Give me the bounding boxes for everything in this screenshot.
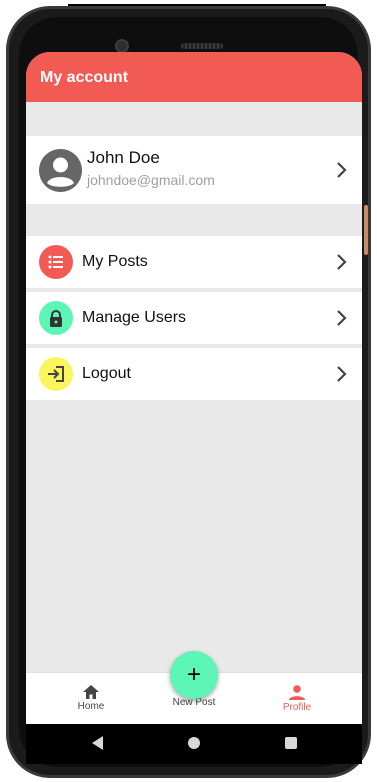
system-nav-bar: [26, 724, 362, 764]
lock-icon: [39, 301, 73, 335]
tab-home-label: Home: [77, 701, 105, 712]
plus-icon: +: [186, 661, 201, 688]
recent-apps-icon[interactable]: [285, 737, 297, 749]
chevron-right-icon: [337, 162, 347, 178]
page-title: My account: [40, 69, 129, 86]
logout-icon: [39, 357, 73, 391]
speaker-grille: [181, 43, 223, 49]
side-button[interactable]: [364, 205, 368, 255]
app-screen: My account John Doe johndoe@gmail.com My…: [26, 52, 362, 724]
avatar-icon: [39, 149, 82, 192]
back-icon[interactable]: [92, 736, 104, 750]
list-icon: [39, 245, 73, 279]
menu-item-my-posts[interactable]: My Posts: [26, 236, 362, 288]
account-card[interactable]: John Doe johndoe@gmail.com: [26, 136, 362, 204]
chevron-right-icon: [337, 254, 347, 270]
chevron-right-icon: [337, 310, 347, 326]
app-header: My account: [26, 52, 362, 102]
tab-profile[interactable]: Profile: [257, 679, 337, 713]
person-icon: [289, 685, 305, 700]
menu-item-manage-users[interactable]: Manage Users: [26, 292, 362, 344]
new-post-fab-button[interactable]: +: [170, 651, 218, 699]
camera-icon: [115, 39, 129, 53]
chevron-right-icon: [337, 366, 347, 382]
menu-item-label: My Posts: [82, 253, 148, 270]
tab-home[interactable]: Home: [51, 679, 131, 712]
menu-item-logout[interactable]: Logout: [26, 348, 362, 400]
account-email: johndoe@gmail.com: [87, 172, 215, 188]
menu-item-label: Manage Users: [82, 309, 187, 326]
home-icon: [83, 685, 99, 699]
home-circle-icon[interactable]: [188, 737, 200, 749]
tab-profile-label: Profile: [282, 702, 312, 713]
menu-item-label: Logout: [82, 365, 131, 382]
account-name: John Doe: [87, 148, 160, 167]
